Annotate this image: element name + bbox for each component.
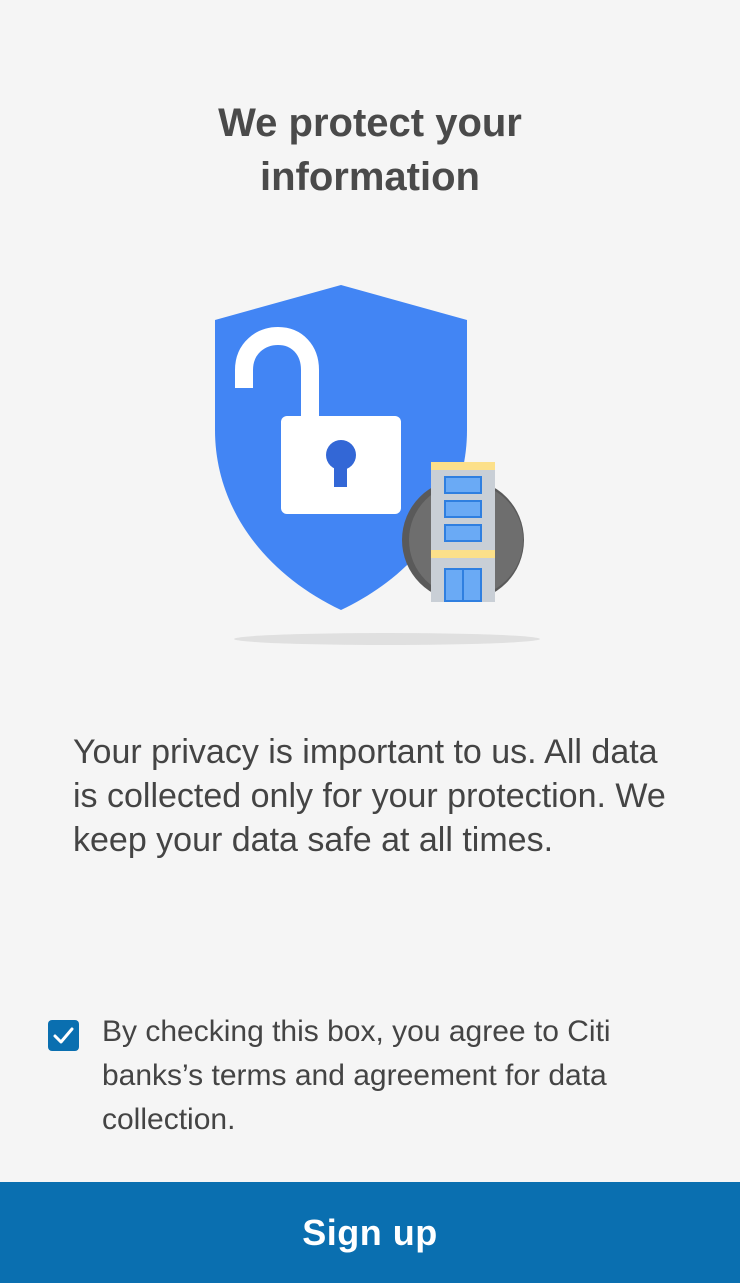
privacy-description: Your privacy is important to us. All dat… (73, 733, 666, 859)
page-title: We protect your information (218, 101, 522, 199)
keyhole-slot (334, 460, 347, 487)
sign-up-button[interactable]: Sign up (0, 1182, 740, 1283)
terms-checkbox[interactable] (48, 1020, 79, 1051)
ground-shadow (234, 633, 540, 645)
checkmark-icon (53, 1027, 74, 1044)
bank-building-icon (431, 462, 495, 602)
security-illustration (200, 270, 560, 660)
terms-agreement-label: By checking this box, you agree to Citi … (102, 1015, 611, 1136)
security-illustration-graphic (215, 285, 540, 645)
